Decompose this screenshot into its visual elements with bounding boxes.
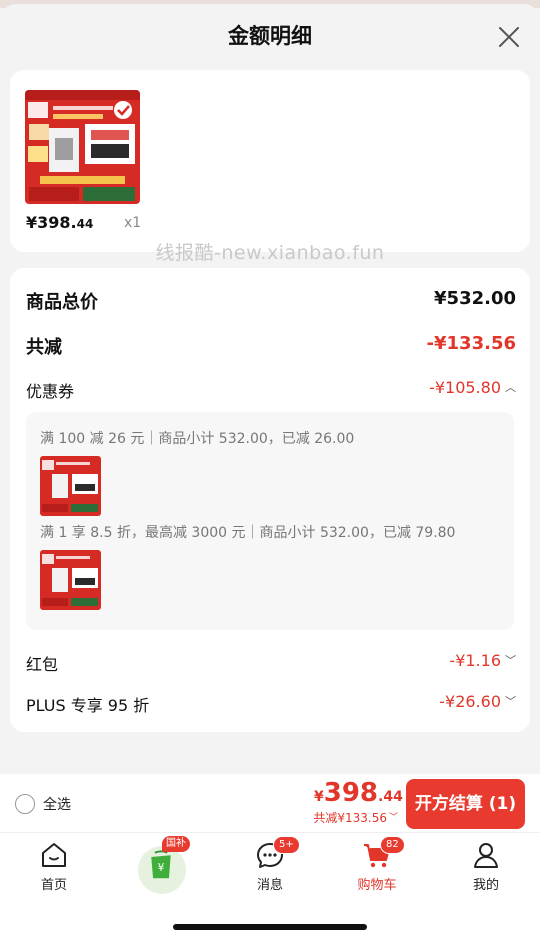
tab-me[interactable]: 我的 [449,840,523,900]
tab-home[interactable]: 首页 [17,840,91,900]
reduce-label: 共减 [26,337,62,358]
coupon-product-thumb [40,456,101,516]
red-packet-label: 红包 [26,655,59,674]
chevron-down-icon: ﹀ [505,695,516,708]
cart-footer: 全选 ¥398.44 共减¥133.56 ﹀ 开方结算 (1) 首页 ¥ 国补 5… [0,774,540,939]
reduce-row: 共减 -¥133.56 [26,333,516,363]
tab-me-label: 我的 [472,878,499,893]
total-reduce-toggle[interactable]: 共减¥133.56 ﹀ [300,809,398,826]
checkout-button[interactable]: 开方结算 (1) [406,779,525,829]
coupon-rule-2: 满 1 享 8.5 折，最高减 3000 元｜商品小计 532.00，已减 79… [40,525,456,541]
tab-messages[interactable]: 5+ 消息 [233,836,307,900]
reduce-value: -¥133.56 [426,333,516,354]
chevron-down-icon: ﹀ [505,654,516,667]
divider [0,832,540,833]
tab-cart[interactable]: 82 购物车 [340,836,414,900]
home-icon [42,843,66,867]
close-icon[interactable] [494,22,524,52]
svg-text:¥: ¥ [158,862,165,874]
total-value: ¥532.00 [434,288,516,309]
cart-badge: 82 [380,836,405,854]
total-label: 商品总价 [26,292,98,313]
tab-messages-label: 消息 [256,878,283,893]
plus-discount-label: PLUS 专享 95 折 [26,696,150,715]
red-packet-value: -¥1.16 [449,651,501,670]
amount-detail-sheet: 金额明细 ¥398.44 x1 商品总价 ¥532.00 共减 -¥133.56… [0,4,540,774]
coupon-label: 优惠券 [26,382,75,401]
subsidy-badge: 国补 [162,836,190,852]
select-all-label[interactable]: 全选 [43,794,71,814]
coupon-rule-1: 满 100 减 26 元｜商品小计 532.00，已减 26.00 [40,431,355,447]
product-quantity: x1 [124,215,142,231]
tab-national-subsidy[interactable]: ¥ 国补 [124,836,198,900]
product-price: ¥398.44 [26,213,94,232]
coupon-row[interactable]: 优惠券 -¥105.80 ︿ [26,378,516,408]
tab-cart-label: 购物车 [357,878,397,893]
messages-badge: 5+ [273,836,300,854]
home-indicator [173,924,367,930]
price-detail-card: 商品总价 ¥532.00 共减 -¥133.56 优惠券 -¥105.80 ︿ 满… [10,268,530,732]
product-card: ¥398.44 x1 [10,70,530,252]
coupon-value: -¥105.80 [429,378,501,397]
plus-discount-value: -¥26.60 [439,692,501,711]
red-packet-row[interactable]: 红包 -¥1.16 ﹀ [26,651,516,681]
chevron-up-icon: ︿ [505,381,516,394]
subsidy-bag-icon: ¥ [151,850,171,879]
plus-discount-row[interactable]: PLUS 专享 95 折 -¥26.60 ﹀ [26,692,516,722]
watermark: 线报酷-new.xianbao.fun [155,242,385,264]
select-all-radio[interactable] [15,794,35,814]
total-row: 商品总价 ¥532.00 [26,288,516,318]
user-icon [474,843,498,868]
tab-home-label: 首页 [40,878,67,893]
product-image[interactable] [25,90,140,204]
coupon-product-thumb [40,550,101,610]
coupon-detail-box: 满 100 减 26 元｜商品小计 532.00，已减 26.00 满 1 享 … [26,412,514,630]
chevron-down-icon: ﹀ [388,813,398,823]
total-price: ¥398.44 [314,778,403,808]
sheet-title: 金额明细 [228,24,312,48]
